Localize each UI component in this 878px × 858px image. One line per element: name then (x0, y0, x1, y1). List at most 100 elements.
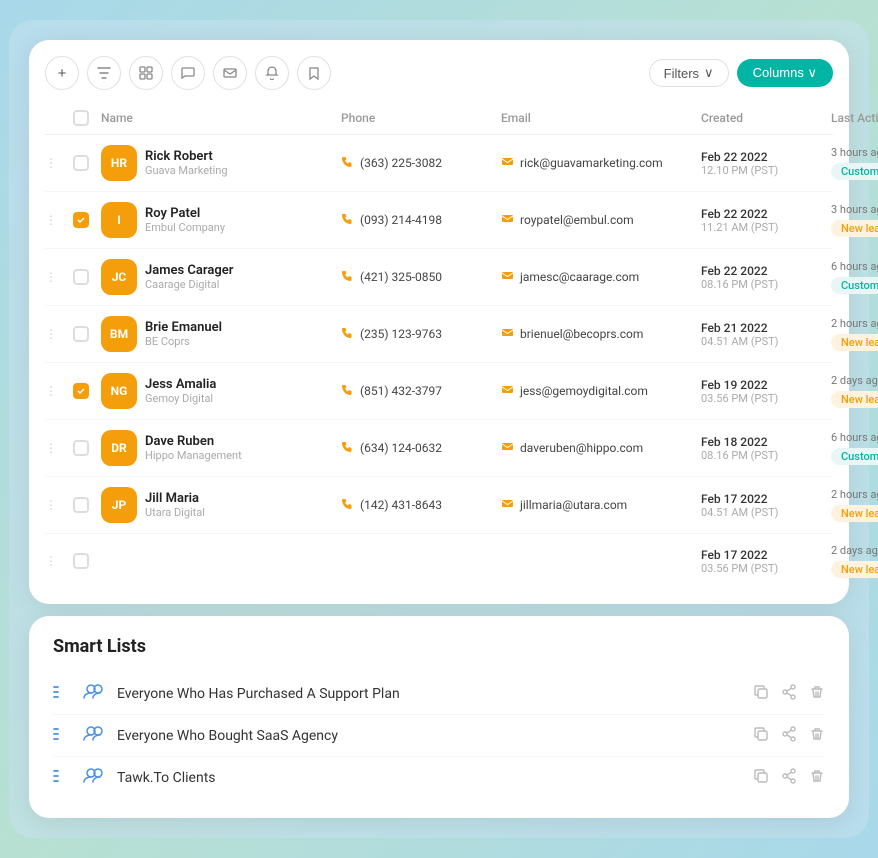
phone-cell: (421) 325-0850 (341, 269, 501, 286)
checkbox[interactable] (73, 269, 89, 285)
avatar: DR (101, 430, 137, 466)
avatar: BM (101, 316, 137, 352)
copy-icon[interactable] (753, 726, 769, 746)
email-icon (501, 155, 514, 172)
contact-name: Jess Amalia (145, 377, 216, 392)
phone-number: (093) 214-4198 (360, 213, 442, 227)
activity-time: 6 hours ago (831, 431, 878, 444)
checkbox[interactable] (73, 440, 89, 456)
drag-handle: ⋮ (45, 384, 73, 398)
columns-button[interactable]: Columns ∨ (737, 59, 833, 87)
email-address: daveruben@hippo.com (520, 441, 643, 455)
tag-customer: Customer (831, 448, 878, 465)
activity-time: 2 days ago (831, 374, 878, 387)
phone-icon (341, 155, 354, 172)
table-row: ⋮ Feb 17 2022 03.56 PM (PST) 2 days ago … (45, 534, 833, 588)
phone-icon (341, 440, 354, 457)
created-cell: Feb 17 2022 03.56 PM (PST) (701, 548, 831, 575)
phone-cell: (363) 225-3082 (341, 155, 501, 172)
created-date: Feb 22 2022 (701, 207, 831, 221)
contact-info: Roy Patel Embul Company (145, 206, 225, 234)
contact-name: Dave Ruben (145, 434, 242, 449)
created-time: 11.21 AM (PST) (701, 221, 831, 234)
share-icon[interactable] (781, 684, 797, 704)
phone-cell: (142) 431-8643 (341, 497, 501, 514)
filter-icon-btn[interactable] (87, 56, 121, 90)
activity-cell: 3 hours ago New lead+1 ∨ (831, 203, 878, 237)
tag-customer: Customer (831, 163, 878, 180)
contact-info: Brie Emanuel BE Coprs (145, 320, 222, 348)
smart-list-label: Tawk.To Clients (117, 770, 741, 786)
phone-number: (363) 225-3082 (360, 156, 442, 170)
email-cell: roypatel@embul.com (501, 212, 701, 229)
chat-icon-btn[interactable] (171, 56, 205, 90)
table-row: ⋮ JP Jill Maria Utara Digital (142) 431-… (45, 477, 833, 534)
activity-time: 2 hours ago (831, 488, 878, 501)
tag-newlead: New lead (831, 334, 878, 351)
share-icon[interactable] (781, 768, 797, 788)
contact-info: James Carager Caarage Digital (145, 263, 233, 291)
table-body: ⋮ HR Rick Robert Guava Marketing (363) 2… (45, 135, 833, 588)
email-address: brienuel@becoprs.com (520, 327, 643, 341)
drag-handle: ⋮ (45, 156, 73, 170)
created-time: 08.16 PM (PST) (701, 449, 831, 462)
activity-cell: 6 hours ago Customer (831, 260, 878, 294)
delete-icon[interactable] (809, 768, 825, 788)
copy-icon[interactable] (753, 768, 769, 788)
bell-icon-btn[interactable] (255, 56, 289, 90)
menu-lines-icon (53, 768, 71, 787)
created-cell: Feb 22 2022 08.16 PM (PST) (701, 264, 831, 291)
activity-cell: 2 days ago New lead+1 ∨ (831, 544, 878, 578)
grid-icon-btn[interactable] (129, 56, 163, 90)
created-date: Feb 18 2022 (701, 435, 831, 449)
email-icon (501, 212, 514, 229)
checkbox[interactable] (73, 553, 89, 569)
name-cell: BM Brie Emanuel BE Coprs (101, 316, 341, 352)
checkbox[interactable] (73, 155, 89, 171)
checkbox[interactable] (73, 326, 89, 342)
table-header: Name Phone Email Created Last Activity &… (45, 106, 833, 135)
email-address: jess@gemoydigital.com (520, 384, 648, 398)
contact-name: James Carager (145, 263, 233, 278)
smart-list-item: Everyone Who Bought SaaS Agency (53, 715, 825, 757)
add-button[interactable]: + (45, 56, 79, 90)
bookmark-icon-btn[interactable] (297, 56, 331, 90)
activity-cell: 6 hours ago Customer (831, 431, 878, 465)
checkbox[interactable] (73, 212, 89, 228)
phone-icon (341, 497, 354, 514)
activity-cell: 2 days ago New lead+1 ∨ (831, 374, 878, 408)
copy-icon[interactable] (753, 684, 769, 704)
menu-lines-icon (53, 726, 71, 745)
filters-button[interactable]: Filters ∨ (649, 59, 729, 87)
avatar: I (101, 202, 137, 238)
name-cell: JP Jill Maria Utara Digital (101, 487, 341, 523)
checkbox[interactable] (73, 383, 89, 399)
email-cell: jillmaria@utara.com (501, 497, 701, 514)
share-icon[interactable] (781, 726, 797, 746)
drag-handle: ⋮ (45, 554, 73, 568)
created-time: 04.51 AM (PST) (701, 506, 831, 519)
email-icon (501, 269, 514, 286)
created-time: 03.56 PM (PST) (701, 562, 831, 575)
activity-time: 3 hours ago (831, 203, 878, 216)
email-address: jamesc@caarage.com (520, 270, 639, 284)
drag-handle: ⋮ (45, 327, 73, 341)
checkbox[interactable] (73, 497, 89, 513)
columns-label: Columns ∨ (753, 65, 817, 81)
email-icon-btn[interactable] (213, 56, 247, 90)
email-cell: jess@gemoydigital.com (501, 383, 701, 400)
activity-cell: 3 hours ago Customer (831, 146, 878, 180)
phone-number: (851) 432-3797 (360, 384, 442, 398)
tags: Customer (831, 448, 878, 465)
delete-icon[interactable] (809, 684, 825, 704)
header-activity: Last Activity & Tags (831, 111, 878, 125)
avatar: NG (101, 373, 137, 409)
created-date: Feb 17 2022 (701, 492, 831, 506)
delete-icon[interactable] (809, 726, 825, 746)
group-icon (83, 767, 105, 788)
smart-list-label: Everyone Who Has Purchased A Support Pla… (117, 686, 741, 702)
contact-company: Guava Marketing (145, 164, 228, 177)
toolbar: + (45, 56, 833, 90)
contact-company: Embul Company (145, 221, 225, 234)
email-address: jillmaria@utara.com (520, 498, 627, 512)
